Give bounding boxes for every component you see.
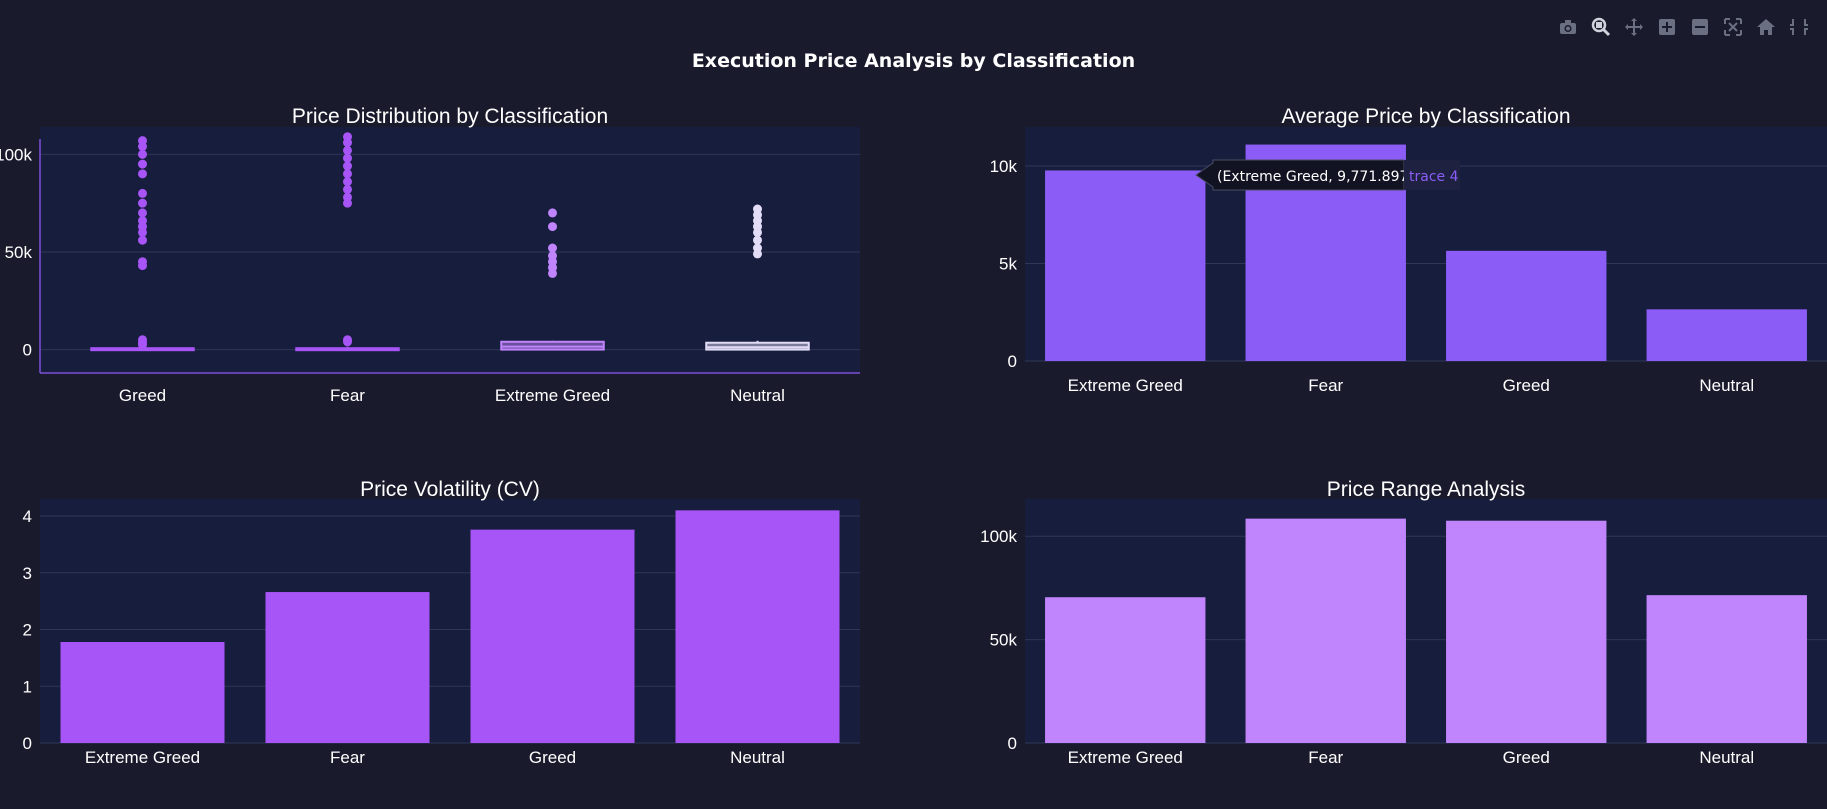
- outlier-point[interactable]: [343, 192, 352, 202]
- bar[interactable]: [1045, 597, 1206, 743]
- outlier-point[interactable]: [548, 222, 557, 232]
- outlier-point[interactable]: [138, 257, 147, 267]
- hover-tooltip: (Extreme Greed, 9,771.897)trace 4: [1195, 159, 1460, 191]
- y-tick-label: 0: [1008, 734, 1017, 753]
- x-tick-label: Fear: [330, 748, 365, 767]
- x-tick-label: Fear: [330, 386, 365, 405]
- y-tick-label: 4: [23, 507, 32, 526]
- outlier-point[interactable]: [138, 216, 147, 226]
- y-tick-label: 100k: [0, 145, 32, 164]
- y-tick-label: 10k: [990, 157, 1018, 176]
- outlier-point[interactable]: [138, 136, 147, 146]
- outlier-point[interactable]: [343, 145, 352, 155]
- outlier-point[interactable]: [138, 159, 147, 169]
- y-tick-label: 5k: [999, 255, 1017, 274]
- x-tick-label: Fear: [1308, 748, 1343, 767]
- average-price-chart: Average Price by Classification 0 5k 10k Ext…: [990, 105, 1827, 395]
- bar[interactable]: [1446, 520, 1607, 743]
- outlier-point[interactable]: [548, 251, 557, 261]
- bar[interactable]: [1045, 170, 1206, 361]
- outlier-point[interactable]: [343, 337, 352, 347]
- plot-area[interactable]: [40, 127, 860, 373]
- y-tick-label: 3: [23, 564, 32, 583]
- y-tick-label: 0: [23, 341, 32, 360]
- y-tick-label: 100k: [980, 527, 1017, 546]
- bar[interactable]: [1446, 250, 1607, 361]
- outlier-point[interactable]: [343, 169, 352, 179]
- price-volatility-chart: Price Volatility (CV) 0 1 2 3 4 Extreme Greed F…: [23, 478, 860, 767]
- bar[interactable]: [675, 510, 840, 743]
- x-tick-label: Extreme Greed: [495, 386, 610, 405]
- bar[interactable]: [265, 592, 430, 743]
- chart-title: Price Volatility (CV): [360, 478, 540, 501]
- outlier-point[interactable]: [138, 198, 147, 208]
- bar[interactable]: [1245, 518, 1406, 743]
- y-tick-label: 2: [23, 621, 32, 640]
- x-tick-label: Greed: [1503, 376, 1550, 395]
- x-tick-label: Extreme Greed: [1068, 376, 1183, 395]
- outlier-point[interactable]: [138, 340, 147, 350]
- outlier-point[interactable]: [343, 161, 352, 171]
- y-tick-label: 50k: [990, 631, 1018, 650]
- price-distribution-chart: Price Distribution by Classification 0 50k…: [0, 105, 860, 405]
- y-tick-label: 50k: [5, 243, 33, 262]
- x-tick-label: Greed: [119, 386, 166, 405]
- tooltip-value: (Extreme Greed, 9,771.897): [1217, 169, 1414, 185]
- outlier-point[interactable]: [138, 235, 147, 245]
- price-range-chart: Price Range Analysis 0 50k 100k Extreme Gree…: [980, 478, 1827, 767]
- x-tick-label: Fear: [1308, 376, 1343, 395]
- outlier-point[interactable]: [138, 149, 147, 159]
- y-tick-label: 1: [23, 677, 32, 696]
- outlier-point[interactable]: [548, 208, 557, 218]
- x-tick-label: Neutral: [730, 386, 785, 405]
- bar[interactable]: [1646, 309, 1807, 361]
- box[interactable]: [705, 341, 810, 351]
- outlier-point[interactable]: [343, 177, 352, 187]
- outlier-point[interactable]: [343, 153, 352, 163]
- y-tick-label: 0: [23, 734, 32, 753]
- x-tick-label: Neutral: [1699, 748, 1754, 767]
- outlier-point[interactable]: [753, 204, 762, 214]
- outlier-point[interactable]: [343, 184, 352, 194]
- x-tick-label: Greed: [1503, 748, 1550, 767]
- tooltip-trace-name: trace 4: [1409, 169, 1459, 185]
- x-tick-label: Neutral: [1699, 376, 1754, 395]
- bar[interactable]: [470, 529, 635, 743]
- x-tick-label: Greed: [529, 748, 576, 767]
- figure: Price Distribution by Classification 0 50k…: [0, 105, 1827, 767]
- bar[interactable]: [1646, 595, 1807, 743]
- chart-title: Price Distribution by Classification: [292, 105, 608, 128]
- outlier-point[interactable]: [548, 243, 557, 253]
- x-tick-label: Extreme Greed: [85, 748, 200, 767]
- x-tick-label: Extreme Greed: [1068, 748, 1183, 767]
- outlier-point[interactable]: [138, 208, 147, 218]
- outlier-point[interactable]: [343, 132, 352, 142]
- outlier-point[interactable]: [753, 243, 762, 253]
- x-tick-label: Neutral: [730, 748, 785, 767]
- outlier-point[interactable]: [138, 188, 147, 198]
- y-tick-label: 0: [1008, 352, 1017, 371]
- outlier-point[interactable]: [138, 169, 147, 179]
- chart-title: Average Price by Classification: [1281, 105, 1570, 128]
- bar[interactable]: [60, 641, 225, 743]
- outlier-point[interactable]: [753, 235, 762, 245]
- chart-title: Price Range Analysis: [1327, 478, 1525, 501]
